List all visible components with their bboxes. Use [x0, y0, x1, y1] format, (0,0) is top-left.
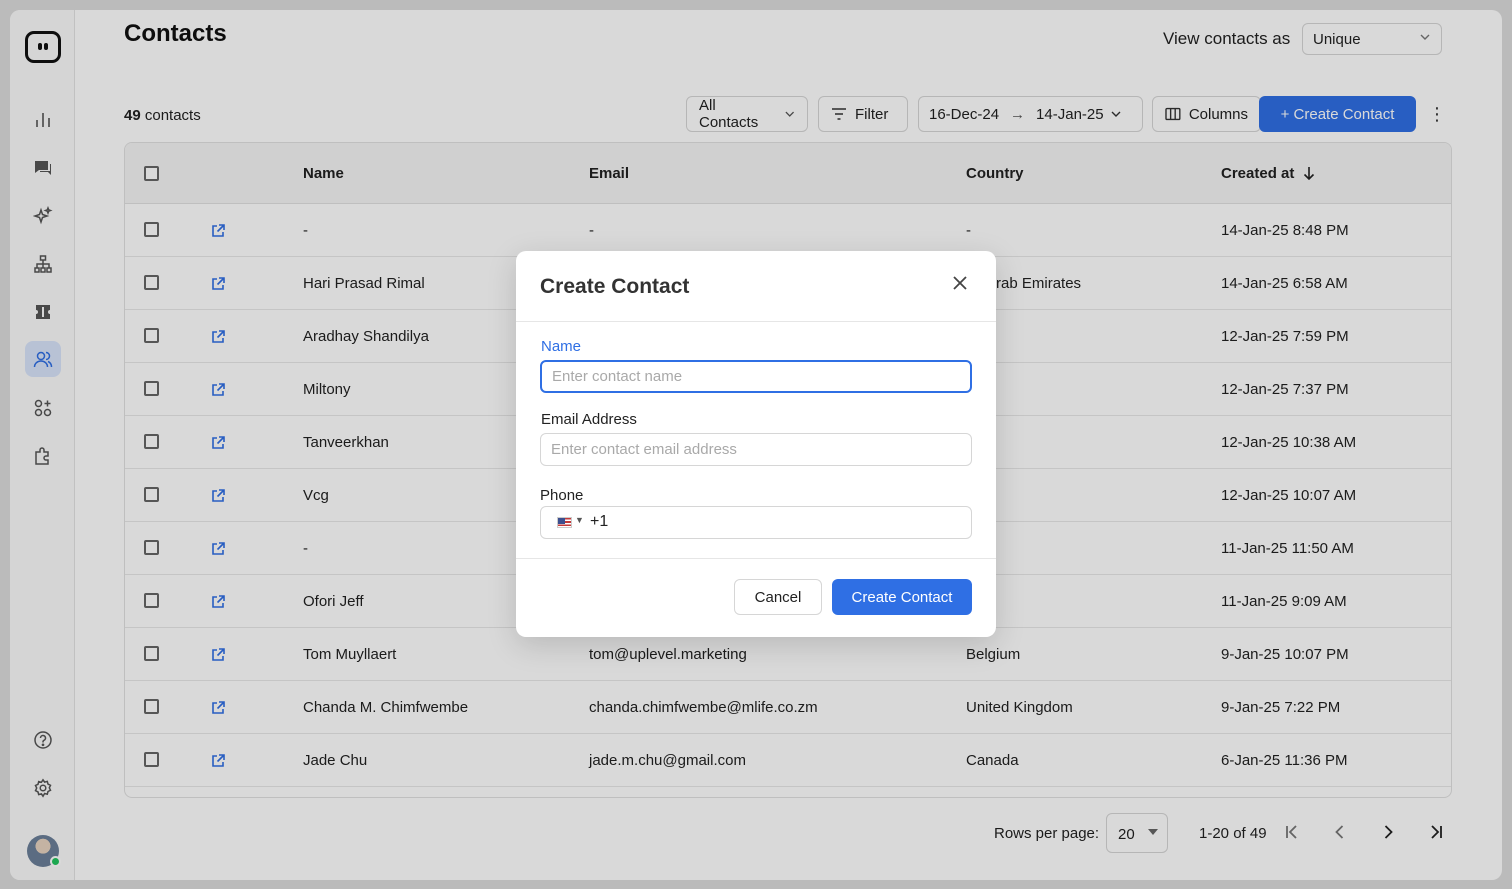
create-contact-dialog: Create Contact Name Email Address Phone … — [516, 251, 996, 637]
name-label: Name — [541, 338, 582, 355]
phone-label: Phone — [540, 487, 584, 504]
dialog-title: Create Contact — [540, 275, 690, 298]
divider — [516, 321, 996, 322]
caret-down-icon[interactable]: ▼ — [575, 515, 584, 525]
divider — [516, 558, 996, 559]
us-flag-icon[interactable] — [557, 517, 572, 528]
phone-input[interactable]: ▼ +1 — [540, 506, 972, 539]
cancel-button[interactable]: Cancel — [734, 579, 822, 615]
submit-create-contact-button[interactable]: Create Contact — [832, 579, 972, 615]
email-input[interactable] — [540, 433, 972, 466]
email-label: Email Address — [541, 411, 637, 428]
close-icon[interactable] — [950, 273, 970, 293]
name-input[interactable] — [540, 360, 972, 393]
phone-country-code: +1 — [590, 513, 609, 530]
